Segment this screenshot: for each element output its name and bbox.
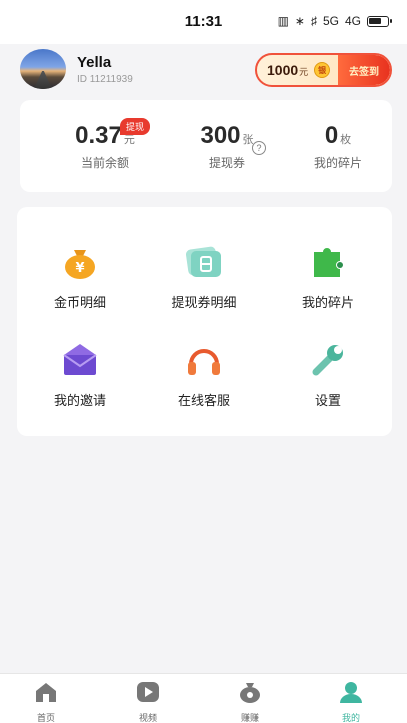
- puzzle-icon: [314, 248, 343, 277]
- withdraw-badge[interactable]: 提现: [120, 118, 151, 135]
- play-icon: [137, 682, 159, 702]
- menu-card: ¥ 金币明细 提现券明细 我的碎片 我的邀请 在线客服 设置: [17, 207, 392, 436]
- menu-label: 金币明细: [53, 296, 106, 311]
- envelope-icon: [63, 344, 97, 375]
- profile-text: Yella ID 11211939: [77, 54, 133, 85]
- mute-icon: ♯: [310, 14, 317, 28]
- tab-home[interactable]: 首页: [16, 680, 76, 723]
- menu-label: 提现券明细: [171, 296, 237, 311]
- headphones-icon: [188, 349, 220, 375]
- tab-label: 视频: [138, 714, 157, 723]
- fragments-value: 0: [324, 122, 339, 149]
- bluetooth-icon: ∗: [294, 14, 305, 28]
- voucher-value-row: 300 张: [200, 122, 253, 150]
- status-bar: 11:31 ▥ ∗ ♯ 5G 4G: [0, 0, 407, 44]
- menu-item-my-invites[interactable]: 我的邀请: [25, 340, 135, 409]
- voucher-label: 提现券: [208, 156, 245, 170]
- fragments-value-row: 0 枚: [325, 122, 351, 150]
- tab-label: 我的: [341, 714, 360, 723]
- menu-item-settings[interactable]: 设置: [273, 340, 383, 409]
- fragments-unit: 枚: [340, 134, 352, 146]
- battery-icon: [367, 15, 392, 27]
- signal-4g-icon: 4G: [344, 14, 361, 28]
- ticket-icon: [185, 246, 221, 277]
- balance-value: 0.37: [75, 122, 122, 149]
- menu-item-my-fragments[interactable]: 我的碎片: [273, 242, 383, 311]
- status-icons: ▥ ∗ ♯ 5G 4G: [277, 14, 392, 28]
- username: Yella: [77, 53, 112, 71]
- user-icon: [340, 682, 362, 703]
- balance-card: 0.37 元 当前余额 提现 300 张 提现券 ? 0 枚 我的碎片: [20, 100, 392, 192]
- menu-label: 我的邀请: [53, 394, 106, 409]
- avatar[interactable]: [20, 49, 66, 89]
- nfc-icon: ▥: [277, 14, 289, 28]
- menu-label: 在线客服: [177, 394, 230, 409]
- coin-bag-icon: [240, 683, 260, 703]
- fragments-stat[interactable]: 0 枚 我的碎片: [298, 122, 378, 171]
- avatar-road-graphic: [34, 71, 52, 89]
- fragments-label: 我的碎片: [313, 156, 362, 170]
- tab-label: 赚赚: [240, 714, 259, 723]
- coin-icon: 银: [314, 62, 331, 78]
- menu-item-online-support[interactable]: 在线客服: [149, 340, 259, 409]
- tab-video[interactable]: 视频: [118, 680, 178, 723]
- balance-label: 当前余额: [80, 156, 129, 170]
- signin-button[interactable]: 1000 元 银 去签到: [255, 53, 392, 87]
- bottom-tabbar: 首页 视频 赚赚 我的: [0, 673, 407, 723]
- user-id: ID 11211939: [77, 73, 133, 85]
- signin-amount: 1000: [267, 62, 299, 78]
- menu-item-coin-details[interactable]: ¥ 金币明细: [25, 242, 135, 311]
- signal-5g-icon: 5G: [322, 14, 339, 28]
- home-icon: [36, 683, 56, 702]
- tab-mine[interactable]: 我的: [321, 680, 381, 723]
- wrench-icon: [312, 345, 343, 376]
- tab-label: 首页: [36, 714, 55, 723]
- menu-label: 我的碎片: [301, 296, 354, 311]
- help-icon[interactable]: ?: [252, 141, 266, 155]
- signin-unit: 元: [299, 68, 309, 78]
- voucher-value: 300: [200, 122, 241, 149]
- profile-header[interactable]: Yella ID 11211939: [20, 47, 133, 91]
- money-bag-icon: ¥: [65, 250, 95, 279]
- menu-item-voucher-details[interactable]: 提现券明细: [149, 242, 259, 311]
- menu-label: 设置: [314, 394, 341, 409]
- signin-action-label[interactable]: 去签到: [338, 55, 390, 85]
- tab-earn[interactable]: 赚赚: [220, 680, 280, 723]
- svg-text:¥: ¥: [75, 261, 84, 276]
